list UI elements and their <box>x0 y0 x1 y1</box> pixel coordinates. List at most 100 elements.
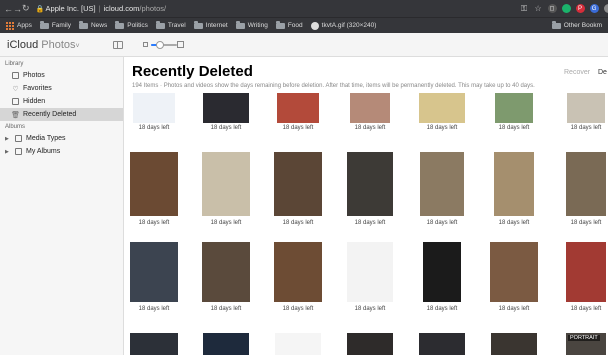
photo-thumbnail[interactable] <box>130 152 178 216</box>
pinterest-icon[interactable]: P <box>575 4 585 13</box>
photo-thumbnail[interactable] <box>494 152 534 216</box>
photo-thumbnail[interactable] <box>202 152 250 216</box>
photo-thumbnail[interactable] <box>130 333 178 355</box>
zoom-slider[interactable] <box>151 41 177 49</box>
delete-button[interactable]: De <box>598 69 607 76</box>
profile-avatar[interactable] <box>603 4 608 13</box>
bookmark-internet[interactable]: Internet <box>193 20 228 29</box>
photo-thumbnail[interactable] <box>133 93 175 123</box>
green-extension-icon[interactable] <box>561 4 571 13</box>
sidebar-item-hidden[interactable]: Hidden <box>0 95 123 108</box>
photo-tile[interactable] <box>566 242 606 302</box>
bookmark-politics[interactable]: Politics <box>115 20 148 29</box>
chevron-down-icon: ˅ <box>75 43 80 50</box>
sidebar-item-label: Favorites <box>23 85 52 92</box>
photo-thumbnail[interactable] <box>420 152 464 216</box>
grammarly-icon[interactable]: G <box>589 4 599 13</box>
photo-tile[interactable] <box>494 152 534 216</box>
bookmark-family[interactable]: Family <box>39 20 71 29</box>
photo-thumbnail[interactable] <box>419 333 465 355</box>
recover-button[interactable]: Recover <box>564 69 590 76</box>
main-content: Recently Deleted 194 Items · Photos and … <box>124 57 608 355</box>
photo-tile[interactable] <box>130 333 178 355</box>
disclosure-triangle-icon[interactable]: ▶ <box>5 136 11 142</box>
photo-thumbnail[interactable] <box>274 152 322 216</box>
photo-thumbnail[interactable] <box>567 93 605 123</box>
bookmark-apps[interactable]: Apps <box>6 21 32 30</box>
address-bar[interactable]: 🔒 Apple Inc. [US] | icloud.com /photos/ <box>35 2 520 15</box>
photo-tile[interactable] <box>419 333 465 355</box>
extension-icon[interactable]: ◻ <box>547 4 557 13</box>
bookmark-travel[interactable]: Travel <box>155 20 186 29</box>
photo-tile[interactable] <box>419 93 465 123</box>
photo-thumbnail[interactable] <box>347 152 393 216</box>
photo-tile[interactable] <box>277 93 319 123</box>
photo-thumbnail[interactable] <box>275 333 321 355</box>
sidebar-item-favorites[interactable]: ♡ Favorites <box>0 82 123 95</box>
photo-thumbnail[interactable] <box>347 242 393 302</box>
photo-tile[interactable] <box>202 152 250 216</box>
trash-icon: 🗑 <box>11 111 20 119</box>
photo-thumbnail[interactable] <box>277 93 319 123</box>
photo-tile[interactable] <box>350 93 390 123</box>
photo-tile[interactable] <box>347 333 393 355</box>
zoom-out-icon[interactable] <box>143 42 148 47</box>
bookmark-gif[interactable]: tkvtA.gif (320×240) <box>310 21 376 30</box>
bookmark-news[interactable]: News <box>78 20 107 29</box>
photo-tile[interactable]: PORTRAIT <box>566 333 606 355</box>
zoom-in-icon[interactable] <box>177 41 184 48</box>
bookmark-other[interactable]: Other Bookm <box>551 20 608 29</box>
bookmark-writing[interactable]: Writing <box>235 20 268 29</box>
photo-thumbnail[interactable] <box>203 93 249 123</box>
days-left-label: 18 days left <box>426 220 458 226</box>
photo-tile[interactable] <box>420 152 464 216</box>
photo-tile[interactable] <box>423 242 461 302</box>
photo-thumbnail[interactable] <box>495 93 533 123</box>
photo-thumbnail[interactable] <box>423 242 461 302</box>
bookmark-food[interactable]: Food <box>275 20 303 29</box>
photo-tile[interactable] <box>347 242 393 302</box>
star-icon[interactable]: ☆ <box>534 4 543 13</box>
photo-tile[interactable] <box>490 242 538 302</box>
photo-tile[interactable] <box>202 242 250 302</box>
photo-thumbnail[interactable] <box>490 242 538 302</box>
photo-tile[interactable] <box>133 93 175 123</box>
photo-thumbnail[interactable] <box>203 333 249 355</box>
sidebar-item-recently-deleted[interactable]: 🗑 Recently Deleted <box>0 108 123 121</box>
photo-thumbnail[interactable] <box>274 242 322 302</box>
sidebar-item-my-albums[interactable]: ▶ My Albums <box>0 145 123 158</box>
photo-tile[interactable] <box>495 93 533 123</box>
forward-icon[interactable]: → <box>13 4 22 14</box>
photo-tile[interactable] <box>274 242 322 302</box>
photo-thumbnail[interactable] <box>130 242 178 302</box>
disclosure-triangle-icon[interactable]: ▶ <box>5 149 11 155</box>
photo-thumbnail[interactable] <box>491 333 537 355</box>
folder-icon <box>235 20 245 29</box>
key-icon[interactable]: ⚿ <box>520 4 529 13</box>
bookmark-label: Family <box>51 22 71 29</box>
photo-tile[interactable] <box>567 93 605 123</box>
photo-tile[interactable] <box>347 152 393 216</box>
photo-tile[interactable] <box>130 152 178 216</box>
photo-thumbnail[interactable] <box>566 242 606 302</box>
photo-tile[interactable] <box>130 242 178 302</box>
photo-thumbnail[interactable] <box>566 152 606 216</box>
sidebar-toggle-icon[interactable] <box>113 41 123 49</box>
app-brand[interactable]: iCloud Photos˅ <box>7 39 80 51</box>
photo-tile[interactable] <box>274 152 322 216</box>
photo-tile[interactable] <box>491 333 537 355</box>
back-icon[interactable]: ← <box>4 4 13 14</box>
zoom-slider-thumb[interactable] <box>156 41 165 49</box>
photo-tile[interactable] <box>275 333 321 355</box>
photo-thumbnail[interactable] <box>202 242 250 302</box>
reload-icon[interactable]: ↻ <box>22 3 30 14</box>
photo-tile[interactable] <box>203 333 249 355</box>
folder-icon <box>193 20 203 29</box>
sidebar-item-photos[interactable]: Photos <box>0 69 123 82</box>
photo-tile[interactable] <box>203 93 249 123</box>
photo-thumbnail[interactable] <box>419 93 465 123</box>
sidebar-item-media-types[interactable]: ▶ Media Types <box>0 132 123 145</box>
photo-thumbnail[interactable] <box>347 333 393 355</box>
photo-thumbnail[interactable] <box>350 93 390 123</box>
photo-tile[interactable] <box>566 152 606 216</box>
